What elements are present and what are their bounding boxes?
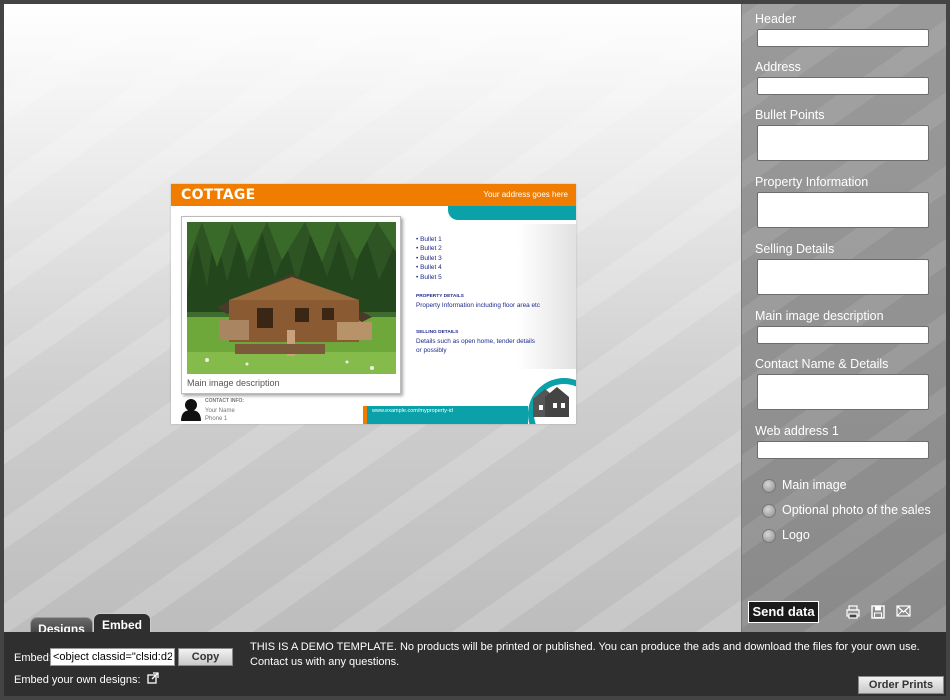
flyer-selling-text: Details such as open home, tender detail… (416, 338, 536, 345)
copy-button[interactable]: Copy (178, 648, 233, 666)
selling-details-label: Selling Details (755, 242, 835, 256)
flyer-bullet: • Bullet 1 (416, 236, 442, 243)
bullet-points-input[interactable] (757, 125, 929, 161)
flyer-contact-phone: Phone 1 (205, 416, 228, 422)
contact-input[interactable] (757, 374, 929, 410)
cottage-photo (187, 222, 396, 374)
print-icon[interactable] (846, 605, 860, 619)
flyer-image-description: Main image description (187, 378, 280, 388)
flyer-side-shade (518, 224, 576, 369)
web-address-label: Web address 1 (755, 424, 839, 438)
demo-notice: THIS IS A DEMO TEMPLATE. No products wil… (250, 641, 920, 668)
flyer-header-bar: COTTAGE Your address goes here (171, 184, 576, 206)
flyer-contact-name: Your Name (205, 408, 235, 414)
flyer-teal-accent (448, 206, 576, 220)
flyer-bullet: • Bullet 2 (416, 245, 442, 253)
embed-own-designs-label: Embed your own designs: (14, 674, 141, 686)
embed-label: Embed: (14, 652, 52, 664)
person-icon (181, 397, 201, 421)
flyer-contact-details: Your Name Phone 1 (205, 407, 235, 423)
web-address-input[interactable] (757, 441, 929, 459)
tab-embed[interactable]: Embed (93, 613, 151, 632)
selling-details-input[interactable] (757, 259, 929, 295)
embed-code-input[interactable] (50, 648, 175, 666)
flyer-bullet: • Bullet 4 (416, 264, 442, 272)
address-input[interactable] (757, 77, 929, 95)
flyer-selling-text-2: or possibly (416, 347, 447, 354)
embed-footer: Embed: Copy Embed your own designs: THIS… (4, 632, 946, 696)
logo-radio-label[interactable]: Logo (782, 528, 810, 542)
header-input[interactable] (757, 29, 929, 47)
flyer-bullets: • Bullet 1 • Bullet 2 • Bullet 3 • Bulle… (416, 235, 442, 282)
header-label: Header (755, 12, 796, 26)
flyer-contact-heading: CONTACT INFO: (205, 398, 245, 404)
main-image-radio[interactable] (762, 479, 776, 493)
property-information-label: Property Information (755, 175, 869, 189)
flyer-web-address: www.example.com/myproperty-id (372, 408, 453, 414)
flyer-property-text: Property Information including floor are… (416, 302, 540, 309)
flyer-selling-heading: SELLING DETAILS (416, 330, 459, 335)
bullet-points-label: Bullet Points (755, 108, 825, 122)
send-data-button[interactable]: Send data (748, 601, 819, 623)
optional-photo-radio-label[interactable]: Optional photo of the sales (782, 503, 931, 517)
main-image-description-input[interactable] (757, 326, 929, 344)
contact-label: Contact Name & Details (755, 357, 889, 371)
flyer-bullet: • Bullet 5 (416, 273, 442, 281)
mail-icon[interactable] (896, 605, 911, 619)
save-icon[interactable] (871, 605, 885, 619)
order-prints-button[interactable]: Order Prints (858, 676, 944, 694)
flyer-photo-frame: Main image description (181, 216, 401, 394)
flyer-property-heading: PROPERTY DETAILS (416, 294, 464, 299)
flyer-title: COTTAGE (181, 187, 256, 203)
flyer-bullet: • Bullet 3 (416, 254, 442, 262)
house-logo-icon (519, 369, 576, 424)
edit-panel: Header Address Bullet Points Property In… (741, 4, 946, 632)
flyer-address: Your address goes here (483, 190, 568, 199)
main-image-description-label: Main image description (755, 309, 884, 323)
logo-radio[interactable] (762, 529, 776, 543)
property-information-input[interactable] (757, 192, 929, 228)
flyer-web-strip: www.example.com/myproperty-id (363, 406, 528, 424)
design-canvas: COTTAGE Your address goes here Main imag… (4, 4, 741, 632)
external-link-icon[interactable] (147, 672, 159, 687)
main-image-radio-label[interactable]: Main image (782, 478, 847, 492)
tab-designs[interactable]: Designs (30, 617, 93, 632)
optional-photo-radio[interactable] (762, 504, 776, 518)
flyer-preview[interactable]: COTTAGE Your address goes here Main imag… (171, 184, 576, 424)
address-label: Address (755, 60, 801, 74)
